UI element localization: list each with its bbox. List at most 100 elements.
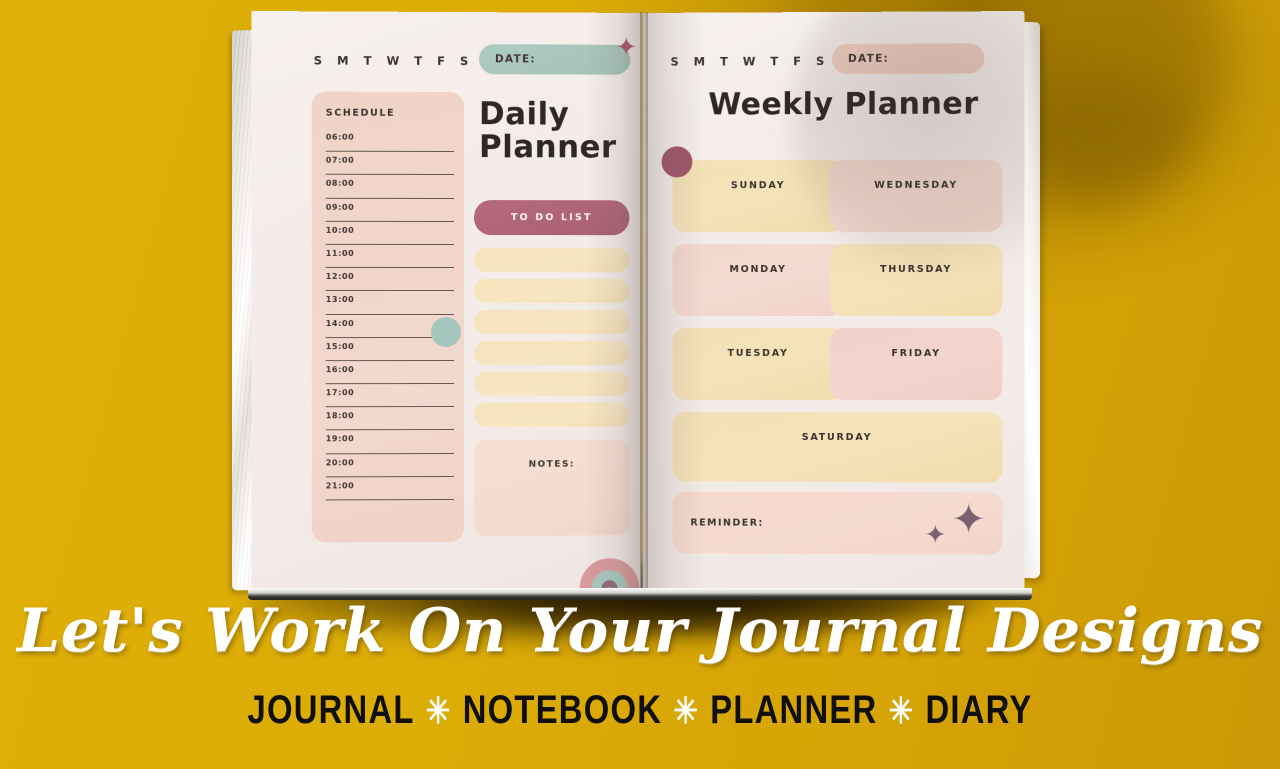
schedule-time-label: 09:00 <box>325 202 355 212</box>
tagline-item-diary: DIARY <box>925 688 1033 732</box>
schedule-title: SCHEDULE <box>325 107 396 119</box>
schedule-time-list: 06:00 07:00 08:00 09:00 10:00 11:00 12:00 13:00… <box>325 132 454 504</box>
todo-list-item[interactable] <box>473 248 630 273</box>
todo-list-label: TO DO LIST <box>510 212 593 224</box>
day-label-saturday: SATURDAY <box>801 431 873 444</box>
date-banner-right[interactable]: DATE: <box>832 43 985 75</box>
star-accent-icon: ✦ <box>615 32 638 63</box>
notes-label: NOTES: <box>528 459 575 470</box>
day-label-thursday: THURSDAY <box>880 263 953 275</box>
day-label-wednesday: WEDNESDAY <box>874 179 959 191</box>
schedule-write-line <box>325 383 454 385</box>
date-banner-left[interactable]: DATE: <box>478 44 631 75</box>
book-bottom-edge <box>248 588 1032 600</box>
day-box-thursday[interactable]: THURSDAY <box>830 243 1003 317</box>
schedule-row[interactable]: 20:00 <box>325 457 454 481</box>
schedule-time-label: 16:00 <box>325 364 355 375</box>
date-label-right: DATE: <box>848 52 890 65</box>
schedule-row[interactable]: 12:00 <box>325 271 454 294</box>
headline-script-caption: Let's Work On Your Journal Designs <box>17 596 1263 666</box>
page-title-daily: Daily Planner <box>478 96 617 166</box>
schedule-write-line <box>325 475 454 478</box>
reminder-panel[interactable]: REMINDER: ✦ ✦ <box>672 491 1003 555</box>
day-label-tuesday: TUESDAY <box>727 347 789 359</box>
schedule-row[interactable]: 18:00 <box>325 410 454 433</box>
schedule-row[interactable]: 08:00 <box>325 178 454 201</box>
day-box-wednesday[interactable]: WEDNESDAY <box>830 159 1003 233</box>
schedule-time-label: 17:00 <box>325 388 355 398</box>
reminder-label: REMINDER: <box>690 517 764 529</box>
schedule-write-line <box>325 174 454 176</box>
schedule-row[interactable]: 10:00 <box>325 225 454 248</box>
schedule-write-line <box>325 313 454 315</box>
tagline-separator-icon: ✳ <box>879 690 924 731</box>
schedule-row[interactable]: 13:00 <box>325 294 454 317</box>
date-label-left: DATE: <box>494 53 536 66</box>
schedule-time-label: 13:00 <box>325 295 355 305</box>
book-gutter <box>640 12 648 590</box>
day-box-tuesday[interactable]: TUESDAY <box>672 327 844 401</box>
schedule-row[interactable]: 15:00 <box>325 341 454 364</box>
schedule-write-line <box>325 406 454 408</box>
poster-canvas: S M T W T F S DATE: ✦ SCHEDULE 06:00 07:0… <box>0 0 1280 769</box>
schedule-time-label: 18:00 <box>325 411 355 421</box>
schedule-time-label: 10:00 <box>325 225 355 235</box>
schedule-time-label: 08:00 <box>325 179 355 189</box>
schedule-time-label: 12:00 <box>325 272 355 282</box>
tagline-separator-icon: ✳ <box>663 690 709 731</box>
todo-list-rows <box>251 11 641 427</box>
schedule-write-line <box>325 452 454 454</box>
tagline-item-notebook: NOTEBOOK <box>462 688 663 732</box>
schedule-time-label: 14:00 <box>325 318 355 328</box>
day-label-monday: MONDAY <box>729 264 787 276</box>
daily-title-line-1: Daily <box>478 96 570 133</box>
schedule-row[interactable]: 16:00 <box>325 364 454 387</box>
todo-list-item[interactable] <box>473 279 630 303</box>
teal-dot-accent <box>430 316 461 348</box>
schedule-row[interactable]: 07:00 <box>325 155 454 179</box>
schedule-row[interactable]: 11:00 <box>325 248 454 271</box>
schedule-time-label: 07:00 <box>325 155 355 165</box>
schedule-row[interactable]: 21:00 <box>325 480 454 504</box>
schedule-time-label: 15:00 <box>325 341 355 351</box>
schedule-write-line <box>325 359 454 362</box>
day-box-friday[interactable]: FRIDAY <box>830 327 1003 401</box>
schedule-write-line <box>325 150 454 153</box>
sparkle-large-icon: ✦ <box>951 494 987 544</box>
tagline-item-planner: PLANNER <box>710 688 878 732</box>
daily-planner-page: S M T W T F S DATE: ✦ SCHEDULE 06:00 07:0… <box>251 11 642 591</box>
schedule-row[interactable]: 06:00 <box>325 132 454 156</box>
schedule-write-line <box>325 290 454 292</box>
todo-list-item[interactable] <box>473 371 630 396</box>
tagline-row: JOURNAL ✳ NOTEBOOK ✳ PLANNER ✳ DIARY <box>115 688 1165 733</box>
schedule-time-label: 20:00 <box>325 457 355 467</box>
weekday-initials-left: S M T W T F S <box>313 53 474 69</box>
book-spread: S M T W T F S DATE: ✦ SCHEDULE 06:00 07:0… <box>251 11 1025 591</box>
tagline-item-journal: JOURNAL <box>247 688 415 732</box>
day-box-saturday[interactable]: SATURDAY <box>672 411 1003 483</box>
schedule-row[interactable]: 17:00 <box>325 387 454 410</box>
open-planner-book: S M T W T F S DATE: ✦ SCHEDULE 06:00 07:0… <box>232 11 1040 600</box>
schedule-write-line <box>325 197 454 199</box>
day-label-friday: FRIDAY <box>891 348 941 360</box>
schedule-write-line <box>325 498 454 501</box>
todo-list-item[interactable] <box>473 402 630 427</box>
page-title-weekly: Weekly Planner <box>708 86 979 123</box>
day-box-monday[interactable]: MONDAY <box>672 243 844 317</box>
schedule-write-line <box>325 243 454 245</box>
rainbow-decoration-icon <box>579 558 640 589</box>
schedule-row[interactable]: 19:00 <box>325 433 454 457</box>
schedule-time-label: 06:00 <box>325 132 355 142</box>
daily-title-line-2: Planner <box>478 129 617 166</box>
schedule-write-line <box>325 267 454 269</box>
todo-list-item[interactable] <box>473 340 630 365</box>
schedule-write-line <box>325 429 454 431</box>
todo-list-item[interactable] <box>473 309 630 334</box>
schedule-row[interactable]: 09:00 <box>325 201 454 224</box>
weekly-planner-page: S M T W T F S DATE: Weekly Planner SUNDA… <box>642 11 1025 591</box>
schedule-time-label: 21:00 <box>325 481 355 491</box>
maroon-dot-accent <box>661 146 693 178</box>
day-label-sunday: SUNDAY <box>730 180 786 192</box>
schedule-write-line <box>325 220 454 222</box>
day-box-sunday[interactable]: SUNDAY <box>672 159 844 233</box>
